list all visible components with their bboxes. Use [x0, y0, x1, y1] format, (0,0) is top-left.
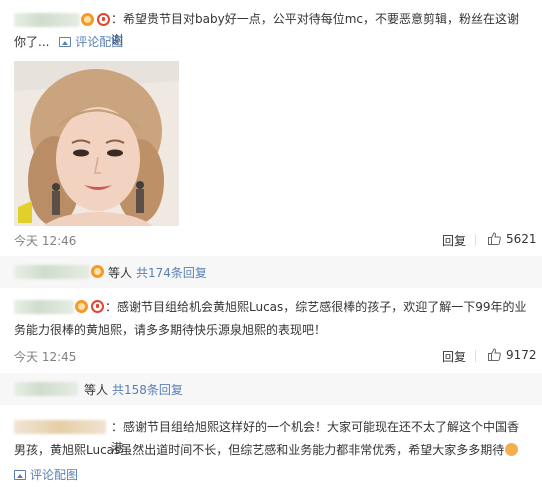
- image-icon: [14, 470, 26, 480]
- comment-time: 今天 12:46: [14, 234, 77, 248]
- username-blurred[interactable]: [14, 300, 74, 314]
- comment-text-line: 务能力很棒的黄旭熙，请多多期待快乐源泉旭熙的表现吧！: [14, 323, 327, 337]
- comment-text-line: 男孩，黄旭熙Lucas虽然出道时间不长，但综艺感和业务能力都非常优秀，希望大家多…: [14, 440, 530, 461]
- view-image-label: 评论配图: [75, 35, 124, 49]
- view-image-link[interactable]: 评论配图: [14, 466, 78, 483]
- comment-text-line: ：感谢节目组给机会黄旭熙Lucas，综艺感很棒的孩子，欢迎了解一下99年的业: [105, 300, 527, 314]
- view-image-link[interactable]: 评论配图: [59, 35, 123, 49]
- emoji-icon: [505, 443, 519, 456]
- reply-button[interactable]: 回复: [442, 348, 466, 365]
- thumbs-up-icon[interactable]: [488, 348, 501, 361]
- sub-replies-label: 等人: [108, 266, 133, 280]
- comment-time: 今天 12:45: [14, 350, 77, 364]
- sub-replies-count-link[interactable]: 共174条回复: [136, 264, 207, 281]
- image-icon: [59, 37, 72, 47]
- divider: [475, 234, 476, 246]
- sub-replies-count-link[interactable]: 共158条回复: [112, 381, 183, 398]
- view-image-label: 评论配图: [30, 468, 79, 482]
- sub-replies-summary[interactable]: 等人 共174条回复: [0, 256, 542, 288]
- portrait-image: [14, 61, 179, 226]
- member-badge-icon: [91, 300, 104, 313]
- vip-badge-icon: [75, 300, 88, 313]
- comment-text-tail: 你了...: [14, 35, 50, 49]
- thumbs-up-icon[interactable]: [488, 232, 501, 245]
- like-count[interactable]: 5621: [506, 232, 537, 246]
- sub-replies-label: 等人: [84, 383, 109, 397]
- vip-badge-icon: [81, 13, 94, 26]
- sub-replies-summary[interactable]: 等人 共158条回复: [0, 373, 542, 405]
- reply-button[interactable]: 回复: [442, 232, 466, 249]
- like-count[interactable]: 9172: [506, 348, 537, 362]
- comment-text-tail: 男孩，黄旭熙Lucas虽然出道时间不长，但综艺感和业务能力都非常优秀，希望大家多…: [14, 443, 505, 457]
- divider: [475, 350, 476, 362]
- username-blurred[interactable]: [14, 420, 106, 434]
- comment-image[interactable]: [14, 61, 179, 226]
- member-badge-icon: [97, 13, 110, 26]
- username-blurred[interactable]: [14, 265, 90, 279]
- username-blurred[interactable]: [14, 13, 80, 27]
- comment-text-line: 你了... 评论配图: [14, 32, 530, 53]
- vip-badge-icon: [91, 265, 104, 278]
- username-blurred[interactable]: [14, 382, 78, 396]
